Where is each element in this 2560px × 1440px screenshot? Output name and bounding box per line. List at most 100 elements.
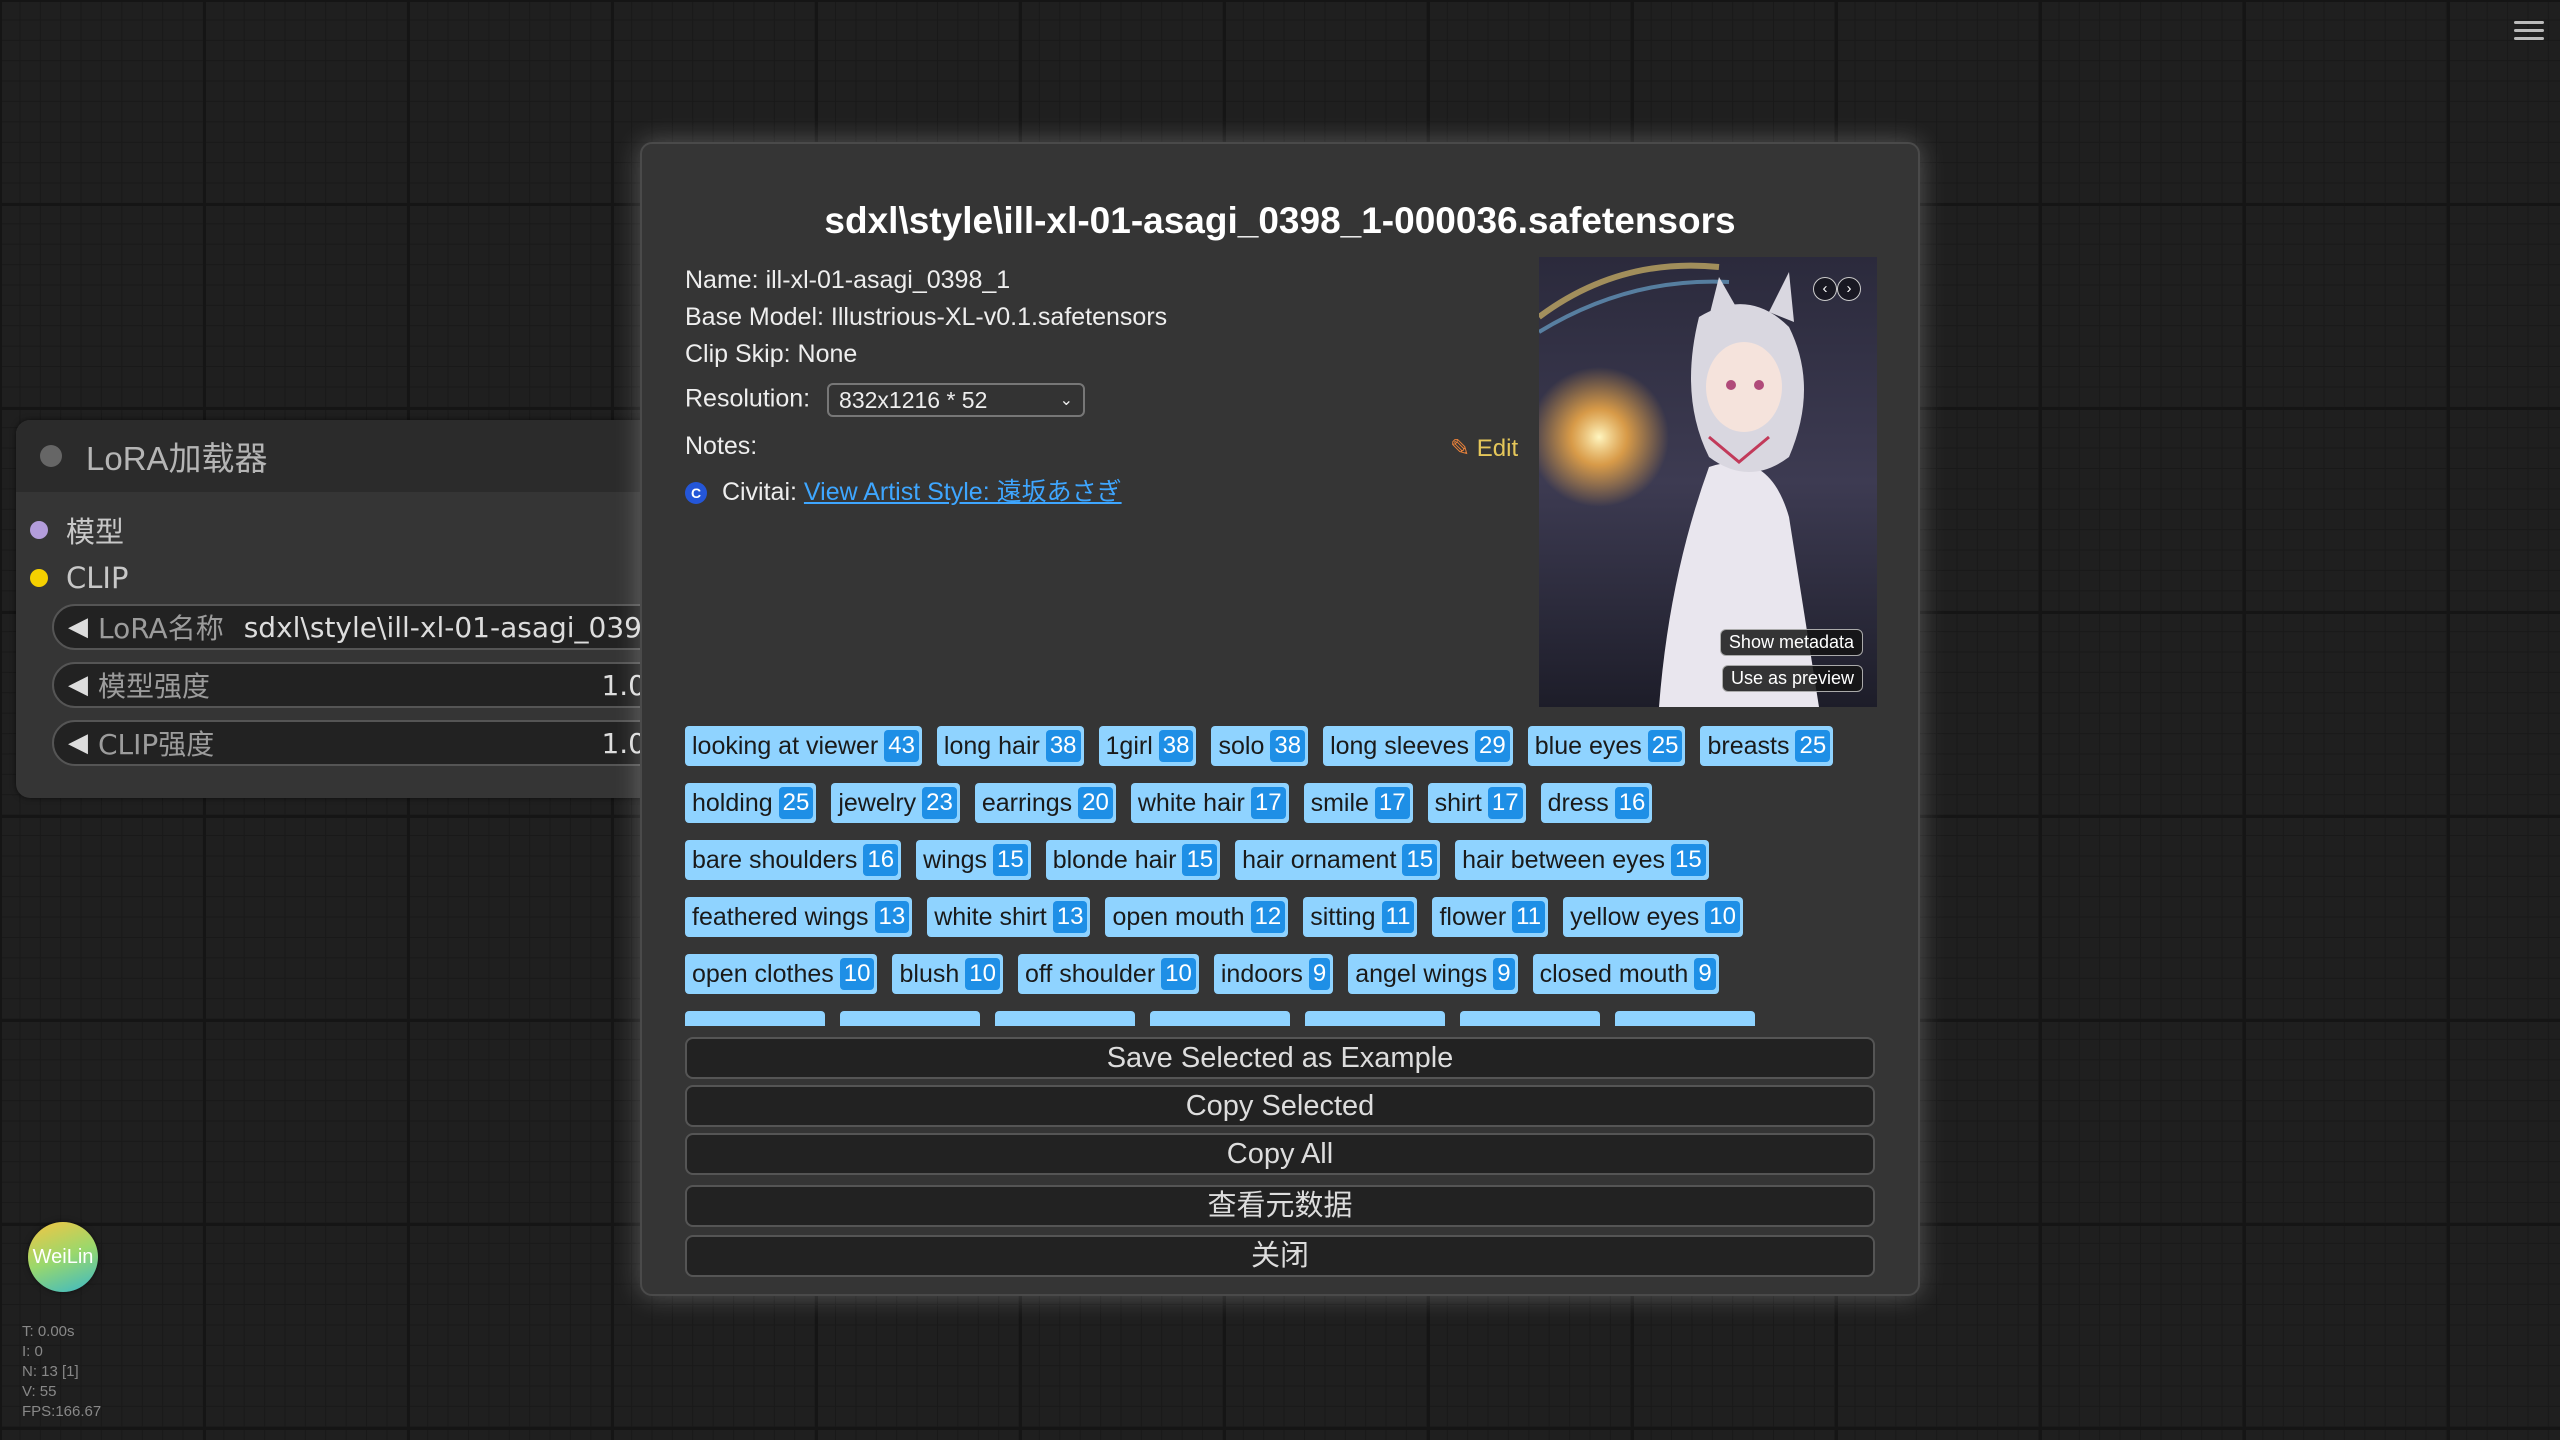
tag-count: 13 — [1052, 901, 1088, 933]
tag-chip[interactable]: open clothes 10 — [685, 954, 878, 994]
copy-all-button[interactable]: Copy All — [685, 1133, 1875, 1175]
tag-chip[interactable]: indoors 9 — [1213, 954, 1334, 994]
weilin-button[interactable]: WeiLin — [28, 1222, 98, 1292]
tag-chip[interactable]: blue eyes 25 — [1527, 726, 1686, 766]
tag-count: 17 — [1487, 787, 1523, 819]
edit-notes-button[interactable]: ✎ Edit — [1450, 434, 1518, 463]
left-arrow-icon[interactable]: ◀ — [68, 728, 88, 758]
tag-chip[interactable]: closed mouth 9 — [1532, 954, 1719, 994]
save-selected-example-button[interactable]: Save Selected as Example — [685, 1037, 1875, 1079]
next-image-icon[interactable]: › — [1837, 277, 1861, 301]
tag-chip[interactable]: open mouth 12 — [1105, 897, 1289, 937]
tag-label: off shoulder — [1024, 959, 1156, 988]
node-header[interactable]: LoRA加载器 — [16, 420, 656, 492]
lora-name-widget[interactable]: ◀ LoRA名称 sdxl\style\ill-xl-01-asagi_039.… — [52, 604, 672, 650]
tag-label: smile — [1310, 788, 1369, 817]
tag-chip[interactable]: smile 17 — [1303, 783, 1413, 823]
tag-chip[interactable]: long hair 38 — [936, 726, 1084, 766]
tag-label: bare shoulders — [692, 845, 858, 874]
tag-chip[interactable]: hair ornament 15 — [1235, 840, 1441, 880]
tag-chip[interactable]: bare shoulders 16 — [685, 840, 902, 880]
tag-chip[interactable]: solo 38 — [1211, 726, 1309, 766]
lora-loader-node[interactable]: LoRA加载器 模型 CLIP ◀ LoRA名称 sdxl\style\ill-… — [16, 420, 672, 798]
tag-chip[interactable]: yellow eyes 10 — [1563, 897, 1743, 937]
tag-count: 15 — [1182, 844, 1218, 876]
tag-label: angel wings — [1355, 959, 1488, 988]
tag-chip[interactable]: 1girl 38 — [1098, 726, 1197, 766]
widget-label: LoRA名称 — [98, 612, 224, 645]
tag-chip[interactable]: long sleeves 29 — [1323, 726, 1513, 766]
node-collapse-dot[interactable] — [40, 445, 62, 467]
tag-chip[interactable]: feathered wings 13 — [685, 897, 913, 937]
tag-chip[interactable]: hair between eyes 15 — [1455, 840, 1709, 880]
tag-chip[interactable]: off shoulder 10 — [1017, 954, 1199, 994]
dialog-title: sdxl\style\ill-xl-01-asagi_0398_1-000036… — [824, 200, 1736, 241]
tag-chip[interactable]: white hair 17 — [1130, 783, 1289, 823]
tag-count: 15 — [1671, 844, 1706, 876]
show-metadata-button[interactable]: Show metadata — [1719, 629, 1863, 656]
stat-line: FPS:166.67 — [22, 1403, 102, 1420]
tag-chip[interactable]: jewelry 23 — [831, 783, 960, 823]
civitai-link[interactable]: View Artist Style: 遠坂あさぎ — [804, 478, 1122, 506]
tag-chip[interactable]: breasts 25 — [1700, 726, 1834, 766]
tag-label: hair ornament — [1242, 845, 1397, 874]
resolution-select[interactable]: 832x1216 * 52 ⌄ — [827, 383, 1086, 417]
previous-image-icon[interactable]: ‹ — [1813, 277, 1837, 301]
tag-chip[interactable]: wings 15 — [916, 840, 1031, 880]
tag-chip[interactable]: holding 25 — [685, 783, 817, 823]
stat-line: N: 13 [1] — [22, 1363, 79, 1380]
model-strength-widget[interactable]: ◀ 模型强度 1.0 — [52, 662, 672, 708]
tag-chip[interactable]: blonde hair 15 — [1045, 840, 1221, 880]
tag-label: white hair — [1137, 788, 1245, 817]
tag-chip[interactable] — [685, 1011, 825, 1026]
stat-line: V: 55 — [22, 1383, 57, 1400]
tag-chip[interactable] — [1615, 1011, 1755, 1026]
left-arrow-icon[interactable]: ◀ — [68, 670, 88, 700]
stat-line: T: 0.00s — [22, 1323, 75, 1340]
tag-count: 29 — [1475, 730, 1510, 762]
tag-label: solo — [1218, 731, 1265, 760]
use-as-preview-button[interactable]: Use as preview — [1721, 665, 1863, 692]
tag-chip[interactable]: blush 10 — [892, 954, 1003, 994]
left-arrow-icon[interactable]: ◀ — [68, 612, 88, 642]
tag-label: sitting — [1310, 902, 1376, 931]
tag-chip[interactable]: shirt 17 — [1427, 783, 1526, 823]
clip-slot-dot[interactable] — [30, 569, 48, 587]
civitai-row: C Civitai: View Artist Style: 遠坂あさぎ — [685, 472, 1122, 508]
close-button[interactable]: 关闭 — [685, 1235, 1875, 1277]
tag-count: 10 — [839, 958, 875, 990]
tag-chip[interactable]: flower 11 — [1432, 897, 1549, 937]
tag-count: 12 — [1250, 901, 1286, 933]
tag-chip[interactable] — [1460, 1011, 1600, 1026]
tag-count: 17 — [1374, 787, 1410, 819]
civitai-label: Civitai: — [721, 478, 797, 506]
tag-chip[interactable] — [1150, 1011, 1290, 1026]
model-slot-dot[interactable] — [30, 521, 48, 539]
tag-chip[interactable] — [840, 1011, 980, 1026]
input-slot-model[interactable]: 模型 — [16, 506, 656, 554]
tag-count: 10 — [1705, 901, 1740, 933]
view-metadata-button[interactable]: 查看元数据 — [685, 1185, 1875, 1227]
hamburger-menu-icon[interactable] — [2514, 16, 2544, 42]
tag-chip[interactable]: earrings 20 — [974, 783, 1116, 823]
tag-chip[interactable]: dress 16 — [1540, 783, 1653, 823]
tag-label: blue eyes — [1534, 731, 1642, 760]
clip-strength-widget[interactable]: ◀ CLIP强度 1.0 — [52, 720, 672, 766]
tag-label: yellow eyes — [1570, 902, 1700, 931]
tag-chip[interactable]: sitting 11 — [1303, 897, 1418, 937]
tag-chip[interactable] — [1305, 1011, 1445, 1026]
tag-chip[interactable]: angel wings 9 — [1348, 954, 1518, 994]
tag-label: indoors — [1220, 959, 1303, 988]
tag-chip[interactable]: white shirt 13 — [927, 897, 1091, 937]
preview-image: ‹ › Show metadata Use as preview — [1539, 257, 1877, 707]
clip-skip-info: Clip Skip: None — [685, 340, 858, 368]
resolution-value: 832x1216 * 52 — [839, 386, 988, 413]
tag-row: bare shoulders 16 wings 15 blonde hair 15 hair… — [685, 840, 1724, 880]
tag-label: long hair — [943, 731, 1040, 760]
civitai-icon: C — [685, 482, 707, 505]
base-model-info: Base Model: Illustrious-XL-v0.1.safetens… — [685, 303, 1168, 331]
tag-chip[interactable] — [995, 1011, 1135, 1026]
input-slot-clip[interactable]: CLIP — [16, 554, 656, 602]
copy-selected-button[interactable]: Copy Selected — [685, 1085, 1875, 1127]
tag-chip[interactable]: looking at viewer 43 — [685, 726, 922, 766]
